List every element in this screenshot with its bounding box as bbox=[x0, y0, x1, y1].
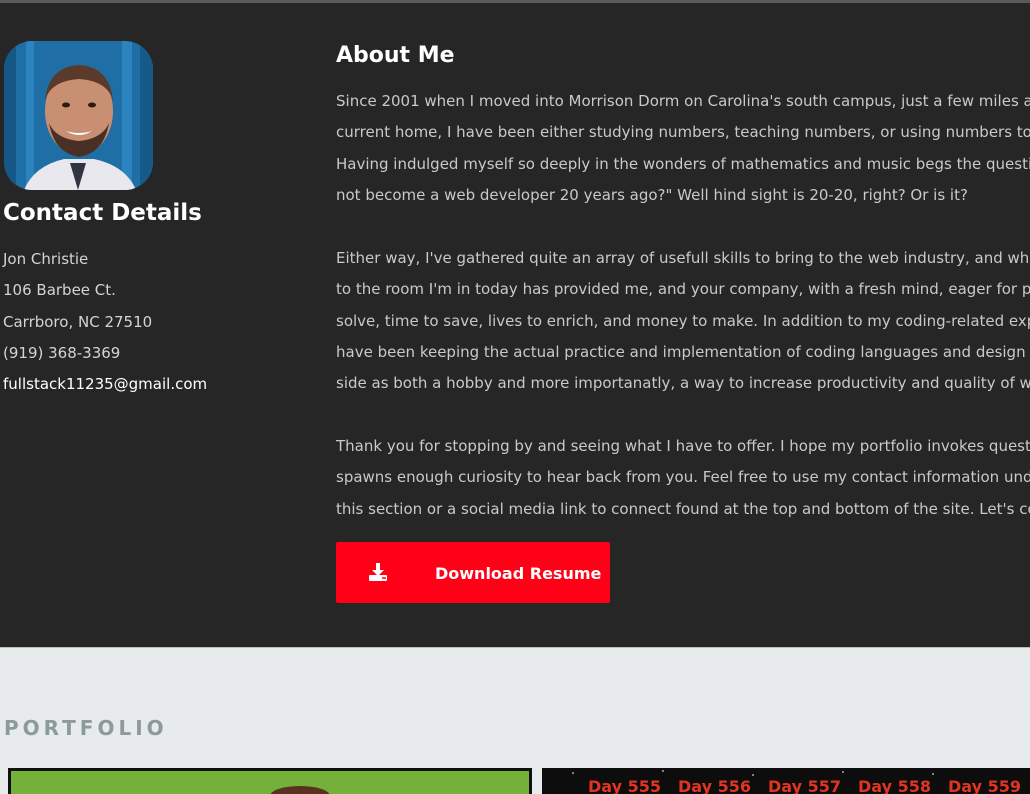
about-section: Contact Details Jon Christie 106 Barbee … bbox=[0, 3, 1030, 647]
star-dot bbox=[932, 773, 934, 775]
contact-phone: (919) 368-3369 bbox=[3, 344, 121, 362]
star-dot bbox=[842, 771, 844, 773]
portfolio-card-thumbnail[interactable] bbox=[8, 768, 532, 794]
star-dot bbox=[662, 770, 664, 772]
about-paragraph-line: to the room I'm in today has provided me… bbox=[336, 280, 1030, 298]
about-paragraph-line: this section or a social media link to c… bbox=[336, 500, 1030, 518]
download-icon bbox=[368, 562, 388, 582]
star-dot bbox=[572, 772, 574, 774]
day-label: Day 559 bbox=[948, 777, 1021, 794]
contact-details-title: Contact Details bbox=[3, 200, 202, 226]
portfolio-card-days[interactable]: Day 555 Day 556 Day 557 Day 558 Day 559 bbox=[542, 768, 1030, 794]
download-resume-button[interactable]: Download Resume bbox=[336, 542, 610, 603]
profile-photo bbox=[4, 41, 153, 190]
about-paragraph-line: have been keeping the actual practice an… bbox=[336, 343, 1030, 361]
star-dot bbox=[752, 774, 754, 776]
about-paragraph-line: not become a web developer 20 years ago?… bbox=[336, 186, 968, 204]
about-paragraph-line: Either way, I've gathered quite an array… bbox=[336, 249, 1030, 267]
portfolio-heading: PORTFOLIO bbox=[4, 716, 168, 740]
contact-name: Jon Christie bbox=[3, 250, 89, 268]
day-label: Day 558 bbox=[858, 777, 931, 794]
download-resume-label: Download Resume bbox=[435, 564, 602, 583]
day-label: Day 557 bbox=[768, 777, 841, 794]
about-paragraph-line: side as both a hobby and more importanat… bbox=[336, 374, 1030, 392]
contact-street: 106 Barbee Ct. bbox=[3, 281, 116, 299]
about-paragraph-line: spawns enough curiosity to hear back fro… bbox=[336, 468, 1030, 486]
about-me-title: About Me bbox=[336, 43, 455, 68]
about-paragraph-line: Thank you for stopping by and seeing wha… bbox=[336, 437, 1030, 455]
day-label: Day 556 bbox=[678, 777, 751, 794]
contact-city: Carrboro, NC 27510 bbox=[3, 313, 153, 331]
about-paragraph-line: solve, time to save, lives to enrich, an… bbox=[336, 312, 1030, 330]
section-divider bbox=[0, 647, 1030, 648]
portfolio-card-image bbox=[11, 771, 529, 794]
contact-email-link[interactable]: fullstack11235@gmail.com bbox=[3, 375, 207, 393]
about-paragraph-line: Since 2001 when I moved into Morrison Do… bbox=[336, 92, 1030, 110]
about-paragraph-line: current home, I have been either studyin… bbox=[336, 123, 1030, 141]
day-label: Day 555 bbox=[588, 777, 661, 794]
about-paragraph-line: Having indulged myself so deeply in the … bbox=[336, 155, 1030, 173]
